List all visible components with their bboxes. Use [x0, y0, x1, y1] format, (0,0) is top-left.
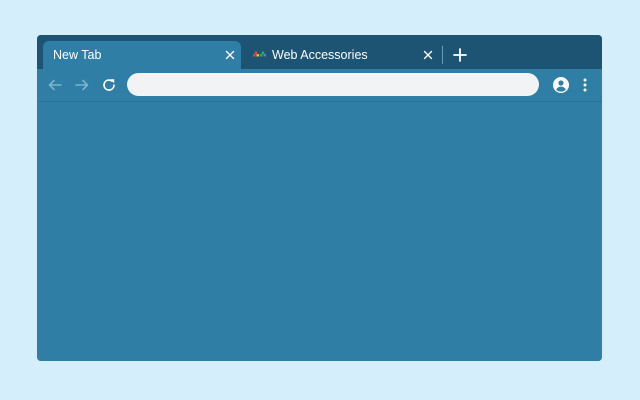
- tab-strip: New Tab Web Accessories: [37, 35, 602, 69]
- web-accessories-favicon: [253, 50, 267, 60]
- tab-new-tab[interactable]: New Tab: [43, 41, 241, 69]
- tab-title: New Tab: [53, 48, 102, 62]
- arrow-right-icon: [75, 79, 89, 91]
- profile-button[interactable]: [552, 76, 570, 94]
- new-tab-button[interactable]: [451, 46, 469, 64]
- tab-web-accessories[interactable]: Web Accessories: [249, 41, 441, 69]
- reload-button[interactable]: [100, 76, 118, 94]
- close-icon[interactable]: [223, 48, 237, 62]
- page-content: [37, 102, 602, 361]
- close-icon[interactable]: [421, 48, 435, 62]
- account-circle-icon: [553, 77, 569, 93]
- plus-icon: [453, 48, 467, 62]
- back-button[interactable]: [46, 76, 64, 94]
- menu-button[interactable]: [576, 76, 594, 94]
- tab-title: Web Accessories: [272, 48, 368, 62]
- more-vert-icon: [583, 78, 587, 92]
- omnibox-input[interactable]: [127, 73, 539, 96]
- tab-separator: [442, 46, 443, 64]
- toolbar: [37, 69, 602, 102]
- arrow-left-icon: [48, 79, 62, 91]
- browser-window: New Tab Web Accessories: [37, 35, 602, 361]
- forward-button[interactable]: [73, 76, 91, 94]
- reload-icon: [103, 79, 115, 91]
